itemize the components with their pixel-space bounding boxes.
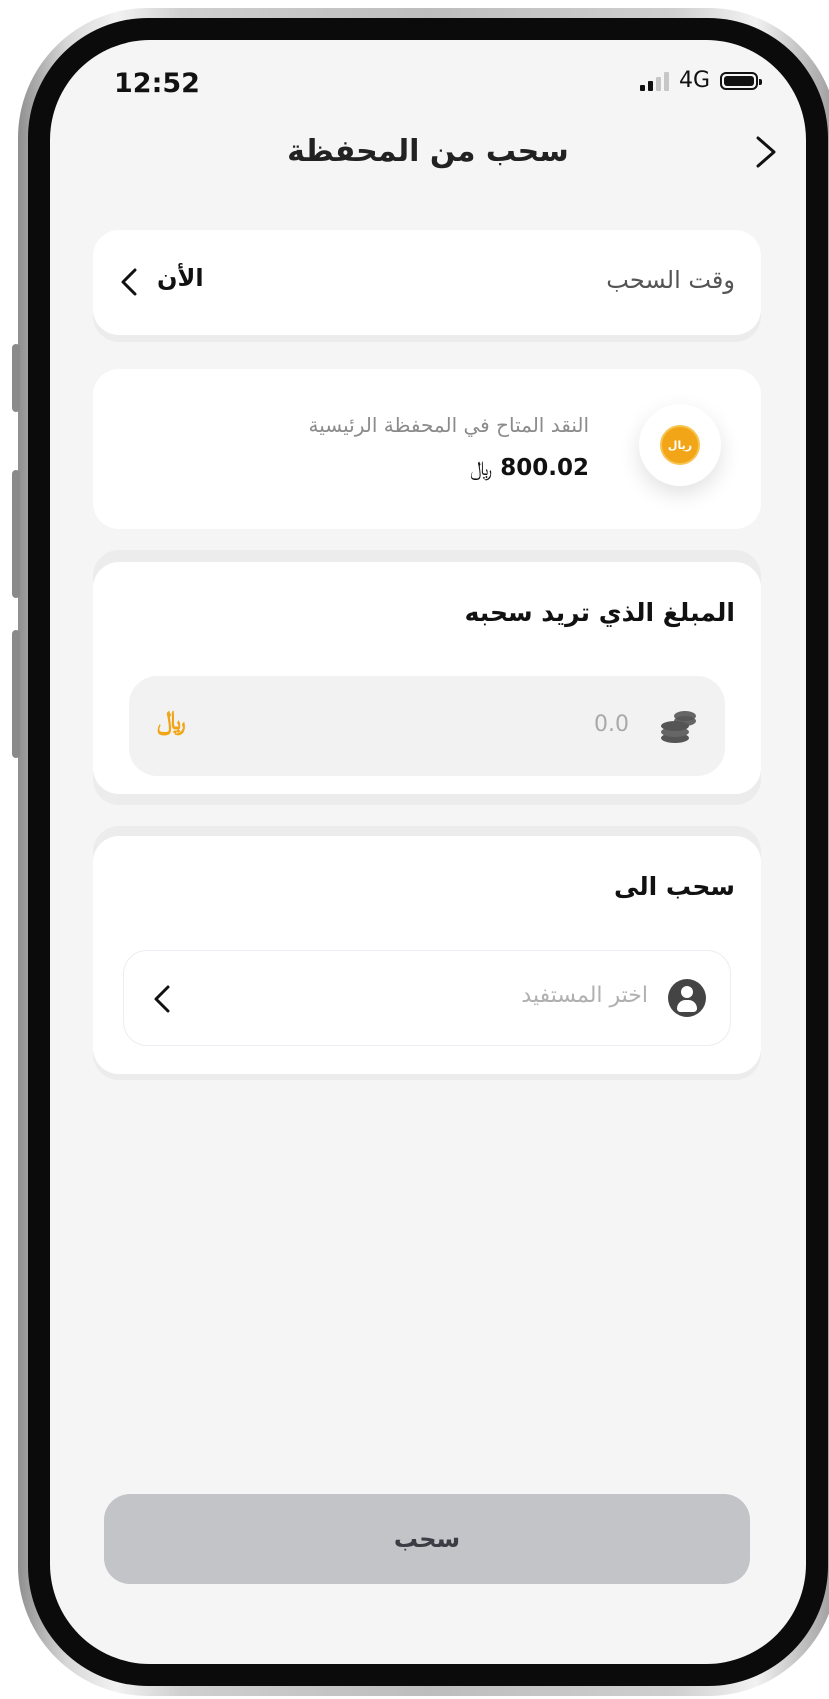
amount-placeholder: 0.0 <box>594 712 629 737</box>
amount-currency-symbol: ﷼ <box>157 706 186 736</box>
coins-stack-icon <box>661 711 696 743</box>
beneficiary-select[interactable]: اختر المستفيد <box>123 950 731 1046</box>
destination-card: سحب الى اختر المستفيد <box>93 836 761 1074</box>
screen: 12:52 4G سحب من المحفظة وقت السحب الأن ر… <box>50 40 806 1664</box>
currency-symbol: ﷼ <box>470 456 493 480</box>
wallet-balance-card: ريال النقد المتاح في المحفظة الرئيسية ﷼ … <box>93 369 761 529</box>
destination-title: سحب الى <box>613 872 735 901</box>
wallet-balance-amount: ﷼ 800.02 <box>470 455 589 481</box>
side-button <box>12 470 20 598</box>
wallet-balance-label: النقد المتاح في المحفظة الرئيسية <box>308 413 589 437</box>
amount-card: المبلغ الذي تريد سحبه 0.0 ﷼ <box>93 562 761 794</box>
signal-icon <box>639 71 669 91</box>
side-button <box>12 344 20 412</box>
withdraw-time-value: الأن <box>157 264 204 292</box>
battery-icon <box>720 71 762 90</box>
chevron-left-icon <box>121 268 137 296</box>
status-time: 12:52 <box>114 68 200 99</box>
network-label: 4G <box>678 68 710 93</box>
coin-badge: ريال <box>639 404 721 486</box>
chevron-left-icon <box>154 985 170 1013</box>
withdraw-time-label: وقت السحب <box>606 266 735 294</box>
amount-input[interactable]: 0.0 ﷼ <box>129 676 725 776</box>
amount-title: المبلغ الذي تريد سحبه <box>464 598 735 627</box>
withdraw-time-row[interactable]: وقت السحب الأن <box>93 230 761 335</box>
user-avatar-icon <box>668 979 706 1017</box>
page-title: سحب من المحفظة <box>287 134 569 169</box>
coin-text: ريال <box>667 438 693 452</box>
nav-bar: سحب من المحفظة <box>50 122 806 182</box>
status-indicators: 4G <box>639 68 762 93</box>
back-button[interactable] <box>744 130 784 174</box>
riyal-coin-icon: ريال <box>660 425 700 465</box>
wallet-balance-value: 800.02 <box>500 455 589 481</box>
beneficiary-placeholder: اختر المستفيد <box>521 983 648 1008</box>
chevron-right-icon <box>756 136 776 168</box>
side-button <box>12 630 20 758</box>
withdraw-button[interactable]: سحب <box>104 1494 750 1584</box>
